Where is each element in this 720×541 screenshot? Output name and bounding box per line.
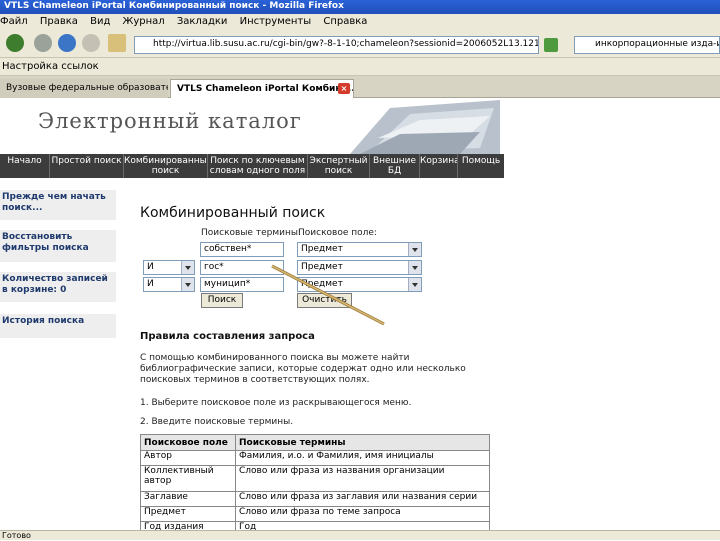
search-value: инкорпорационные изда-ия bbox=[595, 39, 720, 49]
tab-label: VTLS Chameleon iPortal Комбини... bbox=[177, 84, 354, 94]
fields-table: Поисковое поле Поисковые термины Автор Ф… bbox=[140, 434, 490, 537]
sidebar: Прежде чем начать поиск... Восстановить … bbox=[0, 178, 116, 338]
search-button[interactable]: Поиск bbox=[201, 293, 243, 308]
nav-cart[interactable]: Корзина bbox=[420, 154, 458, 178]
tab-vtls-chameleon[interactable]: VTLS Chameleon iPortal Комбини... × bbox=[170, 79, 354, 98]
home-icon[interactable] bbox=[108, 34, 126, 52]
search-input[interactable]: инкорпорационные изда-ия bbox=[574, 36, 720, 54]
address-url: http://virtua.lib.susu.ac.ru/cgi-bin/gw?… bbox=[153, 39, 538, 49]
chevron-down-icon bbox=[412, 283, 418, 287]
page-right-margin bbox=[504, 98, 720, 530]
rules-title: Правила составления запроса bbox=[140, 331, 315, 342]
menu-help[interactable]: Справка bbox=[323, 16, 367, 27]
menu-view[interactable]: Вид bbox=[90, 16, 110, 27]
close-tab-icon[interactable]: × bbox=[338, 83, 350, 94]
nav-external-db[interactable]: Внешние БД bbox=[370, 154, 420, 178]
books-logo bbox=[350, 100, 500, 154]
table-cell: Заглавие bbox=[140, 491, 236, 507]
field-select-value: Предмет bbox=[301, 244, 343, 254]
sidebar-item-history[interactable]: История поиска bbox=[0, 314, 116, 338]
chevron-down-icon bbox=[412, 266, 418, 270]
menu-bar: Файл Правка Вид Журнал Закладки Инструме… bbox=[0, 14, 720, 30]
nav-expert-search[interactable]: Экспертный поиск bbox=[308, 154, 370, 178]
pointer-stick-annotation bbox=[271, 264, 385, 326]
table-cell: Коллективный автор bbox=[140, 465, 236, 492]
menu-tools[interactable]: Инструменты bbox=[240, 16, 312, 27]
tab-bar: Вузовые федеральные образовате... VTLS C… bbox=[0, 76, 720, 98]
rules-step-1: 1. Выберите поисковое поле из раскрывающ… bbox=[140, 398, 412, 408]
table-cell: Фамилия, и.о. и Фамилия, имя инициалы bbox=[235, 450, 490, 466]
operator-select-3[interactable]: И bbox=[143, 277, 195, 292]
rules-intro: С помощью комбинированного поиска вы мож… bbox=[140, 353, 466, 385]
terms-label: Поисковые термины: bbox=[201, 228, 301, 238]
table-header: Поисковые термины bbox=[235, 434, 490, 451]
field-select-1[interactable]: Предмет bbox=[297, 242, 422, 257]
nav-home[interactable]: Начало bbox=[0, 154, 50, 178]
menu-file[interactable]: Файл bbox=[0, 16, 28, 27]
operator-value: И bbox=[147, 279, 154, 289]
table-header-row: Поисковое поле Поисковые термины bbox=[140, 434, 490, 451]
rules-step-2: 2. Введите поисковые термины. bbox=[140, 417, 294, 427]
bookmark-settings-link[interactable]: Настройка ссылок bbox=[2, 61, 99, 72]
status-text: Готово bbox=[2, 531, 31, 540]
sidebar-item-cart-count: Количество записей в корзине: 0 bbox=[0, 272, 116, 302]
operator-value: И bbox=[147, 262, 154, 272]
nav-help[interactable]: Помощь bbox=[458, 154, 504, 178]
table-row: Предмет Слово или фраза по теме запроса bbox=[140, 506, 490, 522]
table-row: Автор Фамилия, и.о. и Фамилия, имя иници… bbox=[140, 450, 490, 466]
chevron-down-icon bbox=[185, 266, 191, 270]
nav-combined-search[interactable]: Комбинированный поиск bbox=[124, 154, 208, 178]
nav-keyword-search[interactable]: Поиск по ключевым словам одного поля bbox=[208, 154, 308, 178]
forward-icon[interactable] bbox=[34, 34, 52, 52]
menu-bookmarks[interactable]: Закладки bbox=[177, 16, 228, 27]
address-bar[interactable]: http://virtua.lib.susu.ac.ru/cgi-bin/gw?… bbox=[134, 36, 539, 54]
table-cell: Предмет bbox=[140, 506, 236, 522]
tab-label: Вузовые федеральные образовате... bbox=[6, 83, 168, 93]
window-title: VTLS Chameleon iPortal Комбинированный п… bbox=[0, 0, 720, 14]
table-cell: Автор bbox=[140, 450, 236, 466]
operator-select-2[interactable]: И bbox=[143, 260, 195, 275]
sidebar-item-before-search[interactable]: Прежде чем начать поиск... bbox=[0, 190, 116, 220]
site-nav: Начало Простой поиск Комбинированный пои… bbox=[0, 154, 504, 178]
bookmarks-toolbar: Настройка ссылок bbox=[0, 58, 720, 76]
menu-history[interactable]: Журнал bbox=[123, 16, 165, 27]
table-cell: Слово или фраза по теме запроса bbox=[235, 506, 490, 522]
sidebar-item-restore-filters[interactable]: Восстановить фильтры поиска bbox=[0, 230, 116, 262]
nav-simple-search[interactable]: Простой поиск bbox=[50, 154, 124, 178]
table-row: Заглавие Слово или фраза из заглавия или… bbox=[140, 491, 490, 507]
status-bar: Готово bbox=[0, 530, 720, 540]
reload-icon[interactable] bbox=[58, 34, 76, 52]
chevron-down-icon bbox=[185, 283, 191, 287]
back-icon[interactable] bbox=[6, 34, 24, 52]
field-label: Поисковое поле: bbox=[298, 228, 377, 238]
table-row: Коллективный автор Слово или фраза из на… bbox=[140, 465, 490, 492]
menu-edit[interactable]: Правка bbox=[40, 16, 78, 27]
form-title: Комбинированный поиск bbox=[140, 205, 326, 221]
stop-icon[interactable] bbox=[82, 34, 100, 52]
term-input-1[interactable]: собствен* bbox=[200, 242, 284, 257]
table-cell: Слово или фраза из названия организации bbox=[235, 465, 490, 492]
page-title: Электронный каталог bbox=[38, 109, 302, 133]
chevron-down-icon bbox=[412, 248, 418, 252]
go-icon[interactable] bbox=[544, 38, 558, 52]
tab-federal-portal[interactable]: Вузовые федеральные образовате... bbox=[0, 79, 168, 98]
table-header: Поисковое поле bbox=[140, 434, 236, 451]
table-cell: Слово или фраза из заглавия или названия… bbox=[235, 491, 490, 507]
